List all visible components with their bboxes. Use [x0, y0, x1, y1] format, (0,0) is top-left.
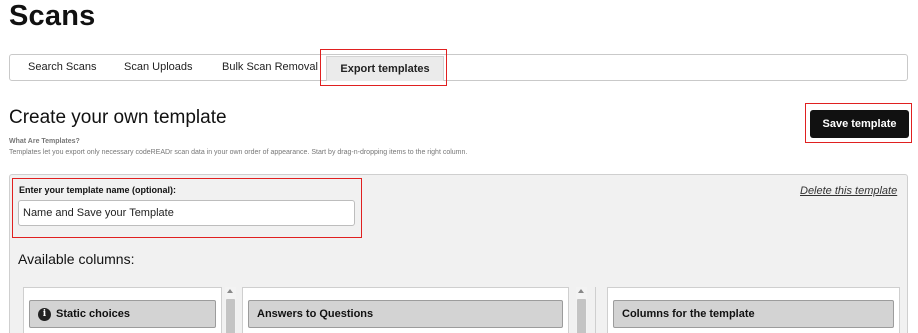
- static-choices-title: Static choices: [56, 308, 130, 320]
- scroll-up-arrow-icon[interactable]: [578, 289, 584, 293]
- answers-header: Answers to Questions: [248, 300, 563, 328]
- highlight-box-name: [12, 178, 362, 238]
- info-icon: i: [38, 307, 51, 321]
- page-title: Scans: [9, 0, 96, 32]
- template-columns-column: Columns for the template: [607, 287, 900, 333]
- answers-column: Answers to Questions: [242, 287, 569, 333]
- tab-scan-uploads[interactable]: Scan Uploads: [124, 55, 193, 80]
- static-choices-scrollbar[interactable]: [225, 287, 236, 333]
- static-choices-header: i Static choices: [29, 300, 216, 328]
- available-columns-label: Available columns:: [18, 251, 135, 267]
- static-choices-column: i Static choices: [23, 287, 222, 333]
- template-columns-title: Columns for the template: [622, 308, 755, 320]
- highlight-box-save: [805, 103, 912, 143]
- column-divider: [595, 287, 596, 333]
- scroll-thumb[interactable]: [226, 299, 235, 333]
- tab-bar: Search Scans Scan Uploads Bulk Scan Remo…: [9, 54, 908, 81]
- scroll-up-arrow-icon[interactable]: [227, 289, 233, 293]
- what-are-templates-heading: What Are Templates?: [9, 138, 80, 145]
- tab-search-scans[interactable]: Search Scans: [28, 55, 96, 80]
- section-title: Create your own template: [9, 107, 227, 128]
- templates-description: Templates let you export only necessary …: [9, 149, 468, 156]
- delete-template-link[interactable]: Delete this template: [800, 185, 897, 197]
- answers-title: Answers to Questions: [257, 308, 374, 320]
- highlight-box-tab: [320, 49, 447, 86]
- answers-scrollbar[interactable]: [576, 287, 587, 333]
- template-columns-header: Columns for the template: [613, 300, 894, 328]
- tab-bulk-scan-removal[interactable]: Bulk Scan Removal: [222, 55, 318, 80]
- scroll-thumb[interactable]: [577, 299, 586, 333]
